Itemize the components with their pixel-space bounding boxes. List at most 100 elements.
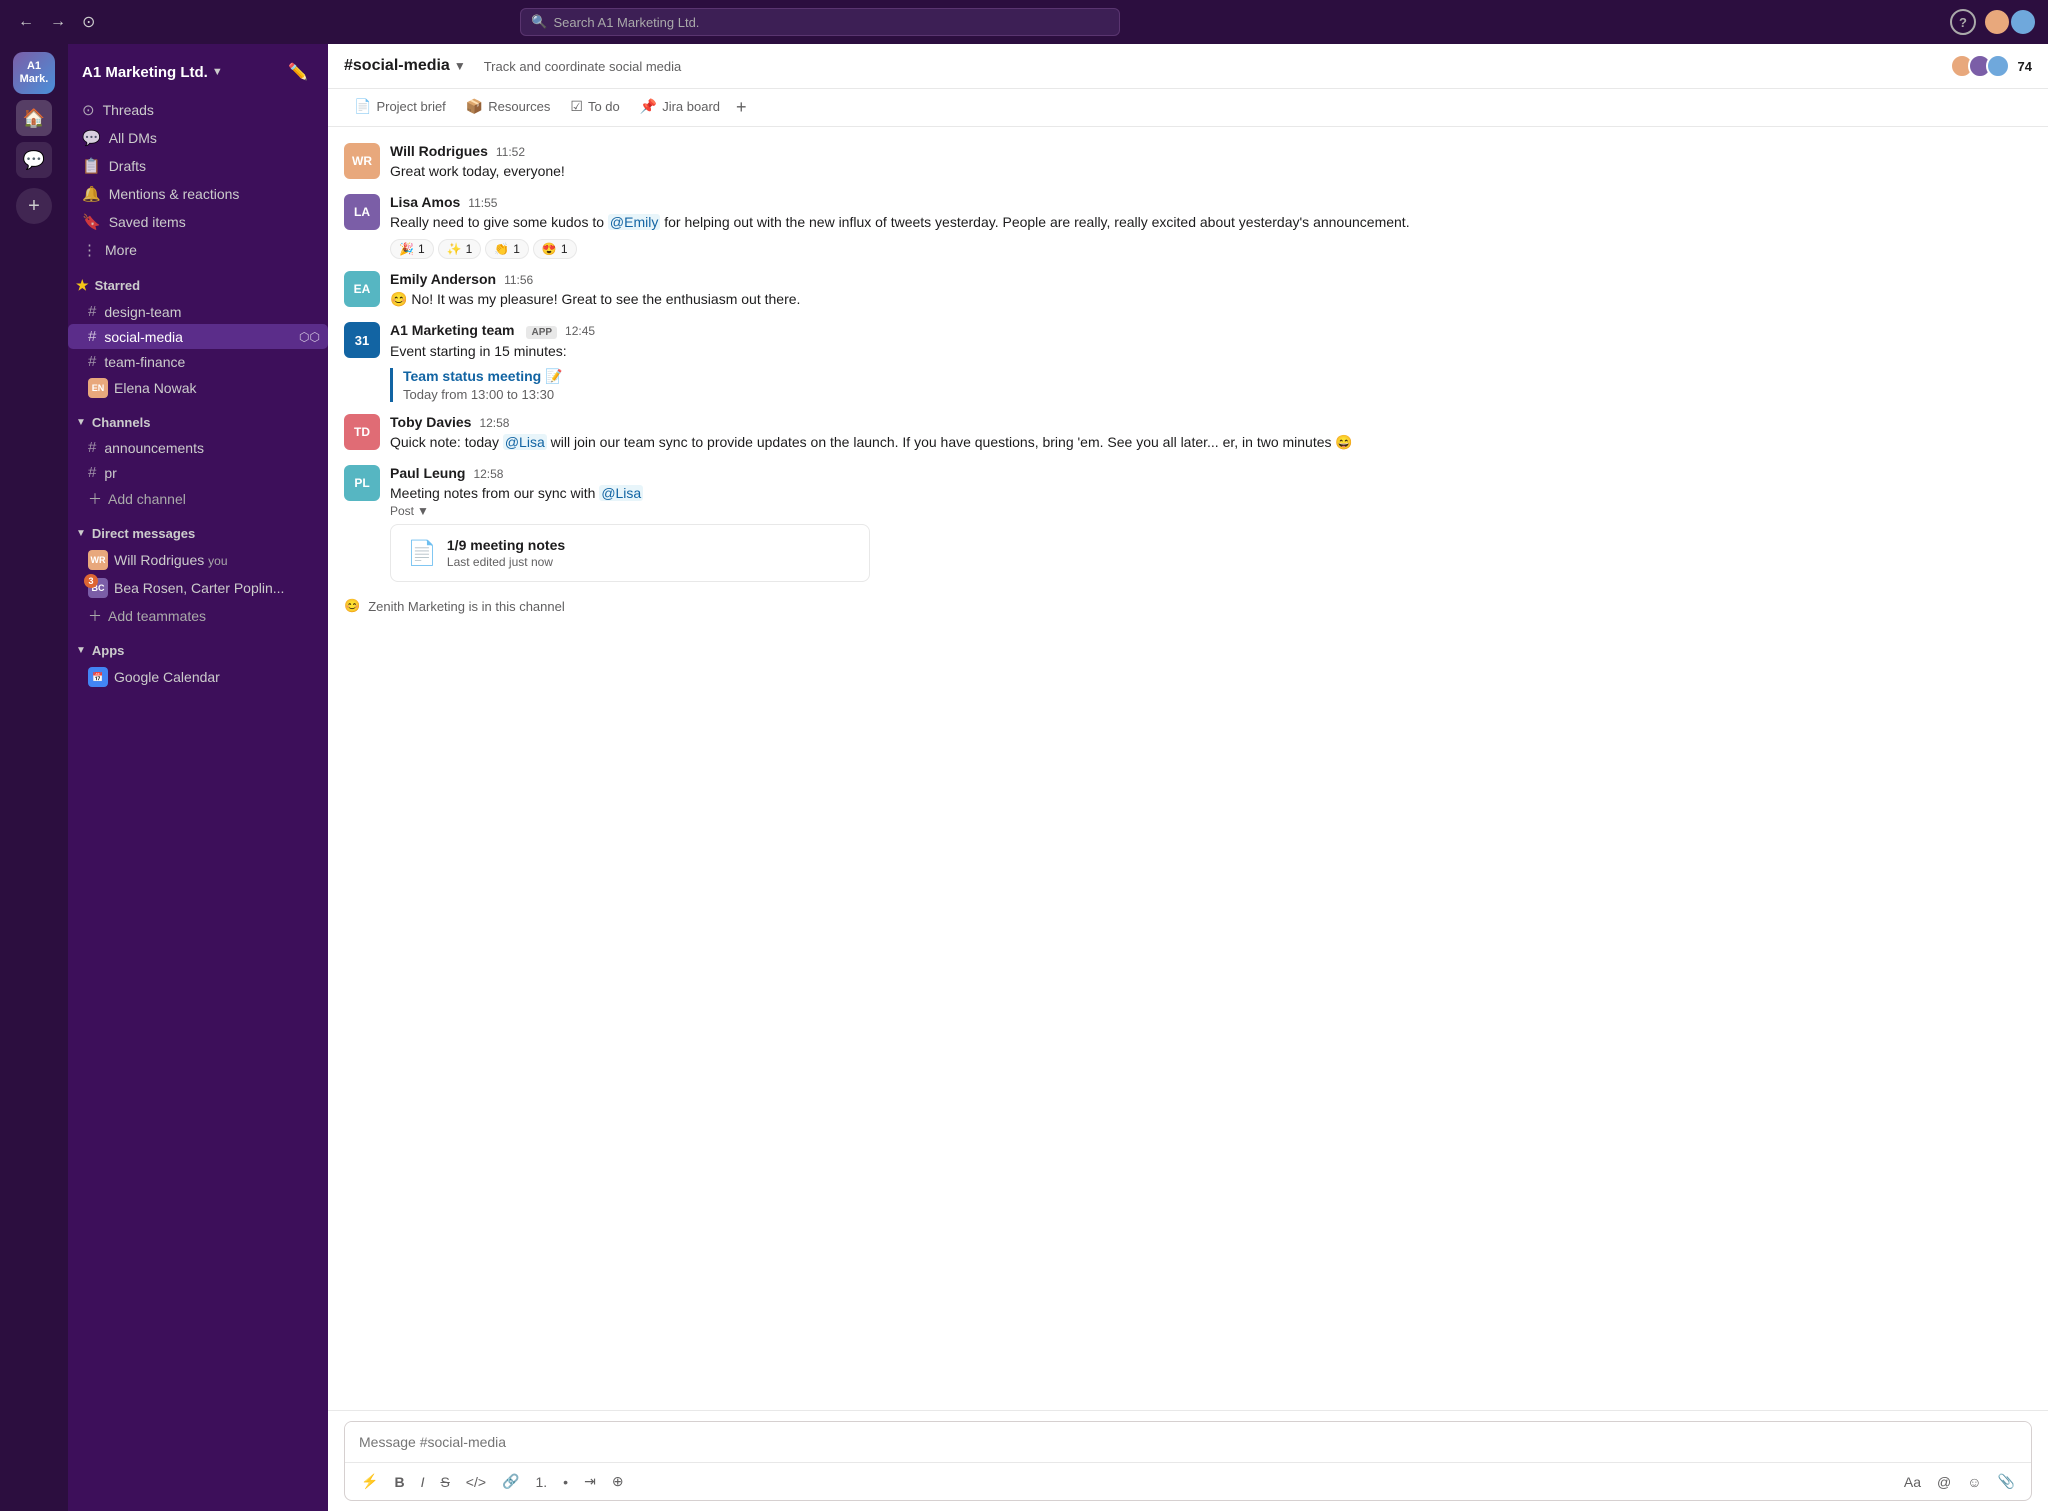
channel-team-finance[interactable]: # team-finance xyxy=(68,349,328,374)
home-icon[interactable]: 🏠 xyxy=(16,100,52,136)
app-badge: APP xyxy=(526,326,557,339)
message-author[interactable]: Will Rodrigues xyxy=(390,143,488,159)
channels-header[interactable]: ▼ Channels xyxy=(68,410,328,435)
pinned-icon: ⬡⬡ xyxy=(299,330,320,344)
attach-file-button[interactable]: 📎 xyxy=(1992,1469,2021,1494)
chevron-down-icon: ▼ xyxy=(76,645,86,656)
channel-pr[interactable]: # pr xyxy=(68,460,328,485)
add-channel-button[interactable]: ＋ Add channel xyxy=(68,485,328,513)
sidebar-item-mentions[interactable]: 🔔 Mentions & reactions xyxy=(74,180,322,208)
app-avatar: 31 xyxy=(344,322,380,358)
help-button[interactable]: ? xyxy=(1950,9,1976,35)
add-channel-label: Add channel xyxy=(108,491,186,507)
sidebar-item-threads[interactable]: ⊙ Threads xyxy=(74,96,322,124)
tab-to-do[interactable]: ☑ To do xyxy=(560,90,629,125)
mention-button[interactable]: @ xyxy=(1931,1469,1957,1494)
code-button[interactable]: </> xyxy=(460,1470,492,1494)
message-author[interactable]: A1 Marketing team xyxy=(390,322,514,338)
event-title[interactable]: Team status meeting 📝 xyxy=(403,368,2032,385)
dm-elena[interactable]: EN Elena Nowak xyxy=(68,374,328,402)
tab-jira-board[interactable]: 📌 Jira board xyxy=(630,90,730,125)
mention-lisa[interactable]: @Lisa xyxy=(503,434,547,450)
text-format-button[interactable]: Aa xyxy=(1898,1469,1927,1494)
sidebar-item-label: More xyxy=(105,242,137,258)
attach-button[interactable]: ⊕ xyxy=(606,1469,630,1494)
mention-emily[interactable]: @Emily xyxy=(608,214,660,230)
reaction-sparkles[interactable]: ✨1 xyxy=(438,239,482,259)
reaction-count: 1 xyxy=(561,242,568,256)
emoji-button[interactable]: ☺ xyxy=(1961,1469,1987,1494)
sidebar-item-saved[interactable]: 🔖 Saved items xyxy=(74,208,322,236)
tab-label: Resources xyxy=(488,99,550,114)
search-bar[interactable]: 🔍 Search A1 Marketing Ltd. xyxy=(520,8,1120,36)
unordered-list-button[interactable]: • xyxy=(557,1470,574,1494)
add-tab-button[interactable]: + xyxy=(730,89,753,126)
message-content: Toby Davies 12:58 Quick note: today @Lis… xyxy=(390,414,2032,453)
post-subtitle: Last edited just now xyxy=(447,555,565,569)
channel-announcements[interactable]: # announcements xyxy=(68,435,328,460)
app-google-calendar[interactable]: 📅 Google Calendar xyxy=(68,663,328,691)
post-card[interactable]: 📄 1/9 meeting notes Last edited just now xyxy=(390,524,870,582)
message-time: 12:58 xyxy=(473,467,503,481)
member-count[interactable]: 74 xyxy=(2018,59,2032,74)
message-author[interactable]: Toby Davies xyxy=(390,414,471,430)
icon-rail: A1 Mark. 🏠 💬 + xyxy=(0,44,68,1511)
sidebar-item-drafts[interactable]: 📋 Drafts xyxy=(74,152,322,180)
dm-header[interactable]: ▼ Direct messages xyxy=(68,521,328,546)
apps-header[interactable]: ▼ Apps xyxy=(68,638,328,663)
dm-icon[interactable]: 💬 xyxy=(16,142,52,178)
reaction-party[interactable]: 🎉1 xyxy=(390,239,434,259)
starred-section: ★ Starred # design-team # social-media ⬡… xyxy=(68,272,328,402)
member-avatars[interactable] xyxy=(1950,54,2010,78)
channel-design-team[interactable]: # design-team xyxy=(68,299,328,324)
sidebar-item-all-dms[interactable]: 💬 All DMs xyxy=(74,124,322,152)
sidebar-nav: ⊙ Threads 💬 All DMs 📋 Drafts 🔔 Mentions … xyxy=(68,96,328,264)
message-content: Emily Anderson 11:56 😊 No! It was my ple… xyxy=(390,271,2032,310)
ordered-list-button[interactable]: 1. xyxy=(529,1470,553,1494)
indent-button[interactable]: ⇥ xyxy=(578,1469,602,1494)
message-text: Great work today, everyone! xyxy=(390,161,2032,182)
mention-lisa-2[interactable]: @Lisa xyxy=(599,485,643,501)
workspace-name[interactable]: A1 Marketing Ltd. ▼ xyxy=(82,64,223,81)
reaction-heart-eyes[interactable]: 😍1 xyxy=(533,239,577,259)
dm-avatar: 3 BC xyxy=(88,578,108,598)
sidebar-item-more[interactable]: ⋮ More xyxy=(74,236,322,264)
bold-button[interactable]: B xyxy=(388,1470,410,1494)
reaction-count: 1 xyxy=(418,242,425,256)
tab-resources[interactable]: 📦 Resources xyxy=(456,90,561,125)
message-2: LA Lisa Amos 11:55 Really need to give s… xyxy=(344,190,2032,263)
forward-button[interactable]: → xyxy=(44,9,72,35)
message-input[interactable] xyxy=(345,1422,2031,1462)
add-workspace-button[interactable]: + xyxy=(16,188,52,224)
history-button[interactable]: ⊙ xyxy=(76,8,101,36)
message-author[interactable]: Emily Anderson xyxy=(390,271,496,287)
channel-social-media[interactable]: # social-media ⬡⬡ xyxy=(68,324,328,349)
back-button[interactable]: ← xyxy=(12,9,40,35)
add-teammates-button[interactable]: ＋ Add teammates xyxy=(68,602,328,630)
saved-icon: 🔖 xyxy=(82,213,101,231)
channel-name: pr xyxy=(104,465,116,481)
avatar: EA xyxy=(344,271,380,307)
message-author[interactable]: Paul Leung xyxy=(390,465,465,481)
channel-title[interactable]: #social-media ▼ xyxy=(344,57,466,75)
reaction-clap[interactable]: 👏1 xyxy=(485,239,529,259)
italic-button[interactable]: I xyxy=(415,1470,431,1494)
dm-bea-carter[interactable]: 3 BC Bea Rosen, Carter Poplin... xyxy=(68,574,328,602)
message-header: Toby Davies 12:58 xyxy=(390,414,2032,430)
message-author[interactable]: Lisa Amos xyxy=(390,194,460,210)
channel-description: Track and coordinate social media xyxy=(484,59,682,74)
tab-project-brief[interactable]: 📄 Project brief xyxy=(344,90,456,125)
hash-icon: # xyxy=(88,353,96,370)
star-icon: ★ xyxy=(76,277,89,294)
lightning-button[interactable]: ⚡ xyxy=(355,1469,384,1494)
text-before-mention: Meeting notes from our sync with xyxy=(390,485,599,501)
workspace-icon[interactable]: A1 Mark. xyxy=(13,52,55,94)
link-button[interactable]: 🔗 xyxy=(496,1469,525,1494)
edit-button[interactable]: ✏️ xyxy=(282,56,314,88)
nav-buttons: ← → ⊙ xyxy=(12,8,101,36)
chevron-down-icon: ▼ xyxy=(76,417,86,428)
dm-will[interactable]: WR Will Rodrigues you xyxy=(68,546,328,574)
strikethrough-button[interactable]: S xyxy=(434,1470,455,1494)
dm-name: Will Rodrigues you xyxy=(114,552,228,568)
apps-label: Apps xyxy=(92,643,125,658)
